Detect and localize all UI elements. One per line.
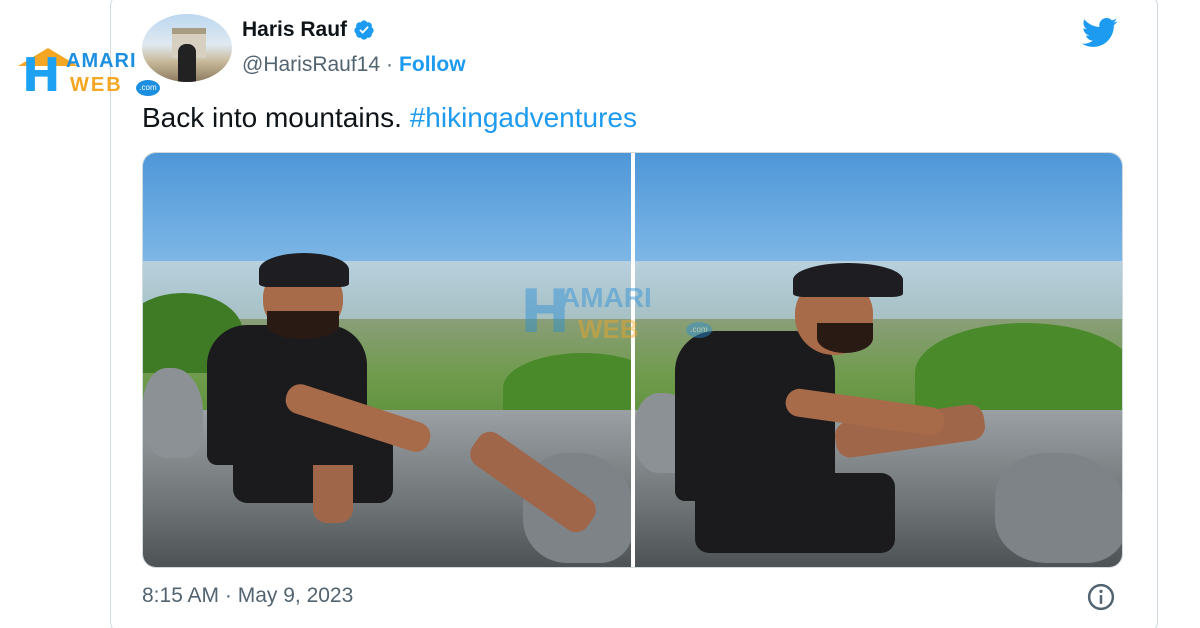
logo-suffix: .com bbox=[136, 80, 160, 96]
follow-button[interactable]: Follow bbox=[399, 53, 466, 77]
avatar-person bbox=[178, 44, 196, 82]
tweet-body: Back into mountains. bbox=[142, 102, 410, 133]
hashtag-link[interactable]: #hikingadventures bbox=[410, 102, 637, 133]
handle-separator: · bbox=[386, 53, 394, 76]
photo-beard bbox=[267, 311, 339, 339]
photo-2[interactable] bbox=[634, 153, 1122, 567]
handle-row: @HarisRauf14 · Follow bbox=[242, 53, 466, 77]
logo-line1: AMARI bbox=[66, 50, 137, 72]
photo-cap bbox=[259, 253, 349, 287]
verified-badge-icon bbox=[354, 20, 374, 40]
logo-line2: WEB bbox=[70, 74, 123, 96]
info-icon[interactable] bbox=[1086, 582, 1116, 612]
author-name[interactable]: Haris Rauf bbox=[242, 18, 347, 42]
twitter-bird-icon[interactable] bbox=[1078, 14, 1122, 50]
photo-cap bbox=[792, 263, 903, 297]
photo-rock bbox=[143, 368, 203, 458]
photo-beard bbox=[816, 323, 873, 353]
media-grid bbox=[142, 152, 1123, 568]
photo-1[interactable] bbox=[143, 153, 631, 567]
photo-rock bbox=[994, 453, 1122, 563]
tweet-timestamp[interactable]: 8:15 AM · May 9, 2023 bbox=[142, 584, 353, 608]
logo-h: H bbox=[22, 48, 61, 102]
tweet-text: Back into mountains. #hikingadventures bbox=[142, 102, 637, 134]
author-handle[interactable]: @HarisRauf14 bbox=[242, 53, 380, 77]
author-name-row: Haris Rauf bbox=[242, 18, 375, 42]
author-avatar[interactable] bbox=[142, 14, 232, 82]
